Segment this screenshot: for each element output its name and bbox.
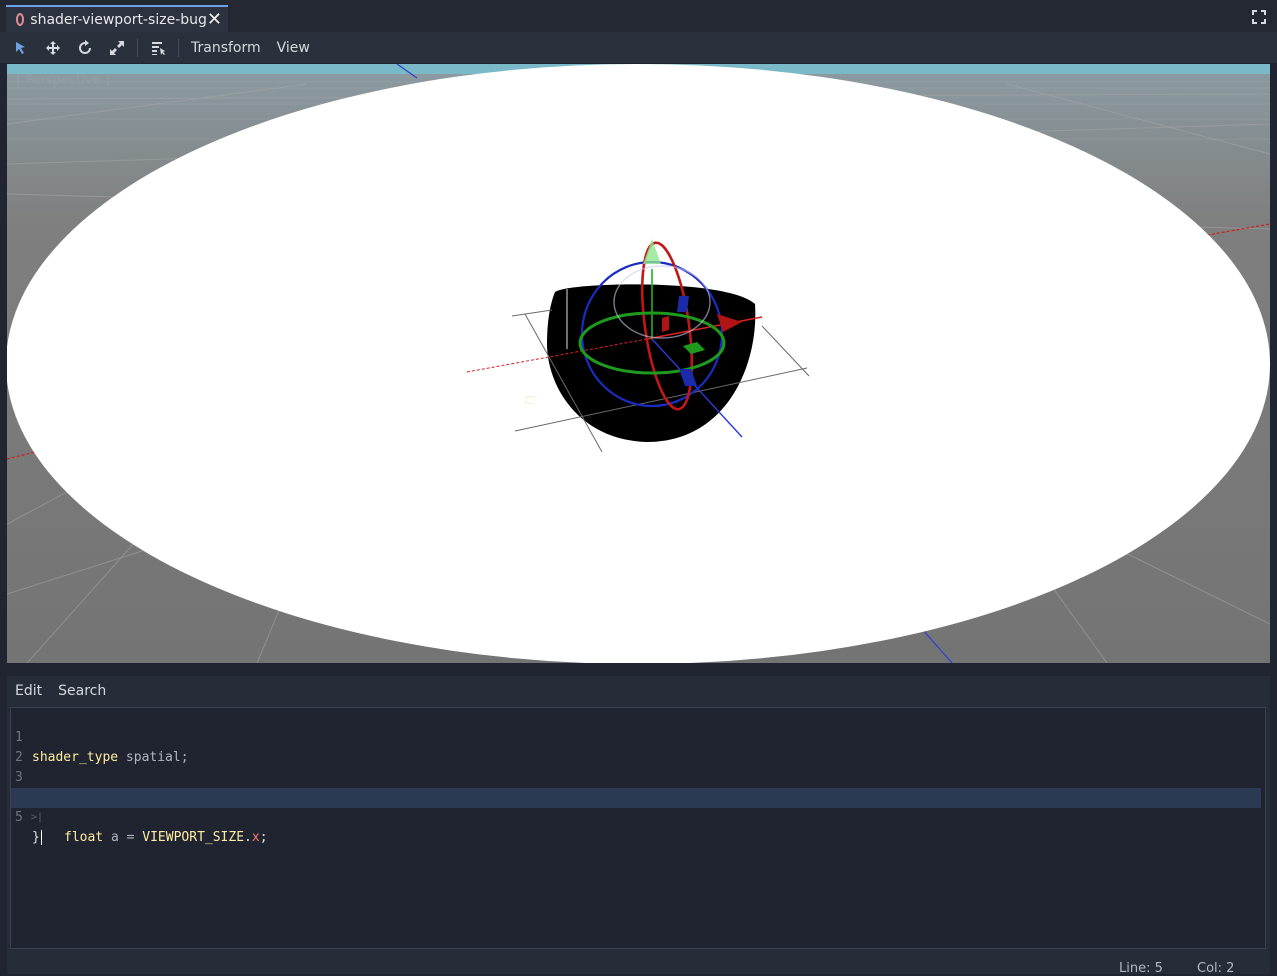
line-number: 5 bbox=[15, 810, 23, 825]
scale-tool-button[interactable] bbox=[101, 32, 133, 63]
move-tool-button[interactable] bbox=[37, 32, 69, 63]
scene-tab[interactable]: shader-viewport-size-bug ✕ bbox=[6, 5, 228, 32]
code-line-current: 5 } bbox=[11, 788, 1261, 845]
gizmo-z-handle[interactable] bbox=[677, 296, 689, 312]
viewport-scene: ⊏ bbox=[7, 64, 1270, 663]
perspective-label[interactable]: [ Perspective ] bbox=[16, 73, 110, 88]
close-icon[interactable]: ✕ bbox=[207, 10, 222, 29]
tab-bar: shader-viewport-size-bug ✕ bbox=[0, 0, 1277, 32]
edit-menu[interactable]: Edit bbox=[7, 683, 50, 699]
symbol-token: } bbox=[32, 830, 40, 845]
3d-viewport[interactable]: ⊏ [ Perspective ] bbox=[7, 64, 1270, 663]
editor-menu-bar: Edit Search bbox=[7, 679, 114, 703]
editor-status-bar: Line: 5 Col: 2 bbox=[7, 958, 1270, 976]
code-editor[interactable]: 1 shader_type spatial; 2 3 void fragment… bbox=[10, 707, 1266, 949]
toolbar-separator bbox=[137, 38, 138, 57]
view-menu[interactable]: View bbox=[269, 40, 318, 56]
member-token: x bbox=[251, 830, 260, 845]
symbol-token: . bbox=[244, 830, 252, 845]
code-line: 4 >| float a = VIEWPORT_SIZE.x; bbox=[11, 768, 1265, 845]
rotate-icon bbox=[79, 39, 91, 54]
move-icon bbox=[46, 40, 60, 55]
shader-editor-panel: Edit Search 1 shader_type spatial; 2 3 v… bbox=[7, 676, 1270, 976]
scale-icon bbox=[110, 40, 124, 55]
gizmo-plane-handle[interactable] bbox=[662, 316, 669, 332]
identifier-token: a = bbox=[103, 830, 143, 845]
code-line: 1 shader_type spatial; bbox=[11, 708, 1265, 765]
text-caret bbox=[40, 830, 42, 845]
viewport-toolbar: Transform View bbox=[0, 32, 1277, 63]
scene-circle-icon bbox=[16, 13, 25, 26]
rotate-tool-button[interactable] bbox=[69, 32, 101, 63]
scene-tab-label: shader-viewport-size-bug bbox=[30, 11, 207, 28]
list-select-icon bbox=[152, 41, 165, 55]
fullscreen-icon[interactable] bbox=[1251, 9, 1267, 25]
symbol-token: ; bbox=[259, 830, 268, 845]
code-text: float a = VIEWPORT_SIZE.x; bbox=[64, 828, 268, 848]
code-line: 3 void fragment() { bbox=[11, 748, 1265, 805]
code-line: 2 bbox=[11, 728, 1265, 765]
select-tool-button[interactable] bbox=[5, 32, 37, 63]
list-select-button[interactable] bbox=[142, 32, 174, 63]
code-text: } bbox=[32, 828, 42, 848]
faint-light-marker: ⊏ bbox=[524, 392, 536, 408]
builtin-token: VIEWPORT_SIZE bbox=[142, 830, 245, 845]
select-arrow-icon bbox=[16, 41, 25, 54]
transform-menu[interactable]: Transform bbox=[183, 40, 269, 56]
search-menu[interactable]: Search bbox=[50, 683, 114, 699]
keyword-token: float bbox=[64, 830, 104, 845]
toolbar-separator bbox=[178, 38, 179, 57]
